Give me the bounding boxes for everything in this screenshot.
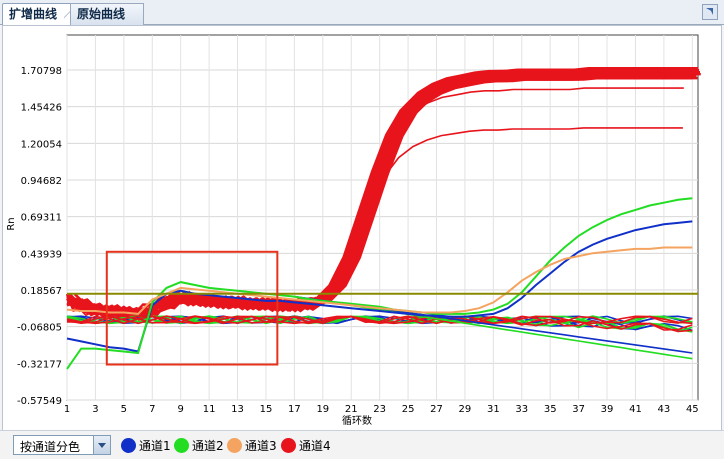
x-tick-label: 9 [178, 404, 184, 415]
y-tick-label: 0.69311 [21, 213, 62, 224]
y-tick-label: -0.06805 [17, 323, 62, 334]
x-tick-label: 45 [686, 404, 699, 415]
tab-raw-curve[interactable]: 原始曲线 [70, 3, 144, 25]
x-tick-label: 15 [260, 404, 273, 415]
legend-label: 通道1 [139, 438, 171, 453]
amplification-chart[interactable]: 1.70798 1.45426 1.20054 0.94682 0.69311 0.439… [3, 26, 721, 430]
legend-label: 通道2 [192, 438, 224, 453]
y-axis-label: Rn [6, 217, 17, 230]
legend-channel-1[interactable]: 通道1 [121, 436, 171, 454]
circle-icon [121, 437, 136, 453]
legend-channel-3[interactable]: 通道3 [227, 436, 277, 454]
circle-icon [281, 437, 296, 453]
x-tick-label: 21 [345, 404, 358, 415]
x-tick-label: 13 [231, 404, 244, 415]
bottom-toolbar: 按通道分色 通道1 通道2 通道3 通道4 [0, 430, 724, 459]
x-tick-label: 1 [64, 404, 70, 415]
y-tick-label: 1.70798 [21, 66, 62, 77]
legend-label: 通道3 [245, 438, 277, 453]
y-tick-label: -0.32177 [17, 359, 62, 370]
amplification-window: 扩增曲线 原始曲线 1.70798 1.45426 1.20054 0.94682 0.… [0, 0, 724, 459]
y-tick-label: 1.45426 [21, 103, 62, 114]
x-tick-label: 35 [544, 404, 557, 415]
y-tick-label: 1.20054 [21, 139, 62, 150]
color-mode-select[interactable]: 按通道分色 [13, 435, 111, 455]
plot-panel: 1.70798 1.45426 1.20054 0.94682 0.69311 0.439… [2, 25, 722, 431]
x-tick-label: 27 [430, 404, 443, 415]
x-tick-label: 33 [515, 404, 528, 415]
x-tick-label: 29 [459, 404, 472, 415]
x-tick-label: 19 [316, 404, 329, 415]
x-tick-label: 31 [487, 404, 500, 415]
x-axis-label: 循环数 [342, 414, 372, 427]
pin-icon[interactable] [702, 4, 718, 20]
y-tick-label: 0.94682 [21, 176, 62, 187]
legend-channel-2[interactable]: 通道2 [174, 436, 224, 454]
x-tick-label: 25 [402, 404, 415, 415]
x-tick-label: 3 [92, 404, 98, 415]
y-axis-ticks: 1.70798 1.45426 1.20054 0.94682 0.69311 0.439… [17, 66, 62, 407]
tab-bar: 扩增曲线 原始曲线 [0, 0, 724, 25]
x-tick-label: 41 [629, 404, 642, 415]
legend-channel-4[interactable]: 通道4 [281, 436, 331, 454]
x-tick-label: 43 [658, 404, 671, 415]
x-axis-ticks: 1 3 5 7 9 11 13 15 17 19 21 23 25 27 29 31 33 35 37 39 41 43 4… [64, 404, 699, 415]
circle-icon [174, 437, 189, 453]
legend-label: 通道4 [299, 438, 331, 453]
x-tick-label: 7 [149, 404, 155, 415]
chevron-down-icon[interactable] [93, 436, 110, 454]
x-tick-label: 39 [601, 404, 614, 415]
x-tick-label: 5 [121, 404, 127, 415]
y-tick-label: 0.43939 [21, 249, 62, 260]
x-tick-label: 17 [288, 404, 301, 415]
x-tick-label: 23 [373, 404, 386, 415]
color-mode-value: 按通道分色 [20, 440, 81, 454]
circle-icon [227, 437, 242, 453]
y-tick-label: -0.57549 [17, 396, 62, 407]
y-tick-label: 0.18567 [21, 286, 62, 297]
x-tick-label: 37 [572, 404, 585, 415]
x-tick-label: 11 [203, 404, 216, 415]
